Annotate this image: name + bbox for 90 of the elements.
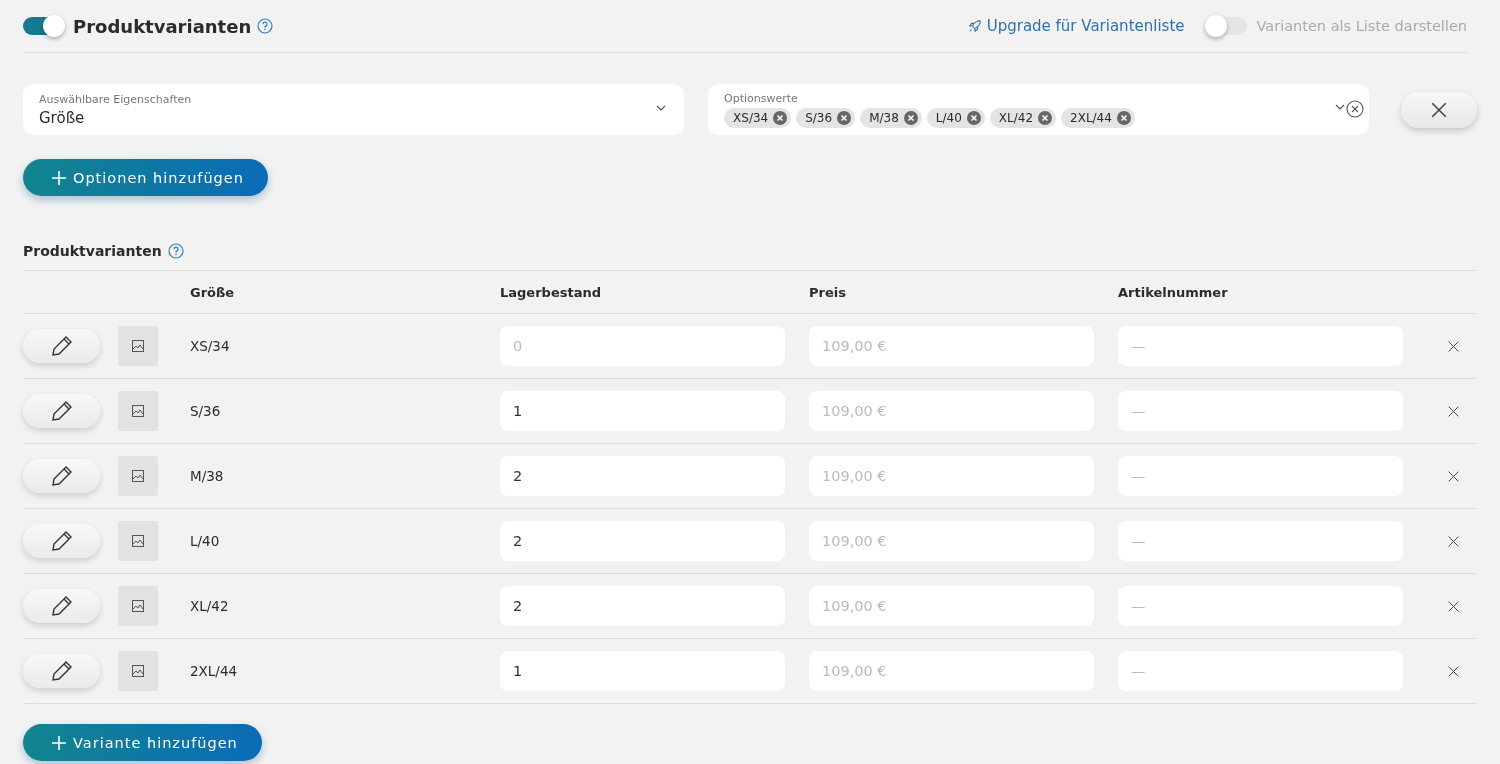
option-tag[interactable]: 2XL/44	[1061, 107, 1135, 128]
close-icon	[1447, 599, 1460, 613]
size-cell: S/36	[190, 403, 221, 419]
image-placeholder[interactable]	[118, 456, 158, 496]
edit-button[interactable]	[23, 654, 100, 688]
input-field[interactable]: 109,00 €	[809, 651, 1094, 691]
edit-button[interactable]	[23, 394, 100, 428]
remove-icon[interactable]	[773, 110, 788, 125]
image-icon	[132, 665, 144, 677]
toggle-switch[interactable]	[1206, 17, 1247, 35]
size-cell: XS/34	[190, 338, 230, 354]
remove-icon[interactable]	[1038, 110, 1053, 125]
input-field[interactable]: 2	[500, 456, 785, 496]
plus-icon	[51, 169, 67, 186]
size-cell: L/40	[190, 533, 220, 549]
close-icon	[1447, 664, 1460, 678]
close-icon	[1447, 534, 1460, 548]
column-header: Artikelnummer	[1118, 284, 1228, 300]
input-field[interactable]: —	[1118, 326, 1403, 366]
close-icon	[1447, 469, 1460, 483]
pencil-icon	[50, 465, 73, 487]
image-icon	[132, 470, 144, 482]
pencil-icon	[50, 595, 73, 617]
edit-button[interactable]	[23, 589, 100, 623]
input-field[interactable]: 2	[500, 586, 785, 626]
remove-icon[interactable]	[837, 110, 852, 125]
image-icon	[132, 340, 144, 352]
input-field[interactable]: 109,00 €	[809, 326, 1094, 366]
input-field[interactable]: —	[1118, 651, 1403, 691]
input-field[interactable]: 109,00 €	[809, 391, 1094, 431]
section-title: Produktvarianten	[73, 15, 252, 37]
toggle-switch[interactable]	[23, 17, 63, 35]
edit-button[interactable]	[23, 524, 100, 558]
option-values-select[interactable]: Optionswerte XS/34 S/36 M/38 L/40 XL/42 2XL/44	[708, 84, 1370, 135]
column-header: Lagerbestand	[500, 284, 601, 300]
close-icon	[1447, 404, 1460, 418]
option-tag[interactable]: XL/42	[989, 107, 1057, 128]
image-icon	[132, 405, 144, 417]
close-icon	[1430, 100, 1449, 119]
image-icon	[132, 600, 144, 612]
remove-icon[interactable]	[966, 110, 981, 125]
option-tag[interactable]: L/40	[926, 107, 985, 128]
input-field[interactable]: 0	[500, 326, 785, 366]
pencil-icon	[50, 530, 73, 552]
edit-button[interactable]	[23, 459, 100, 493]
upgrade-link[interactable]: Upgrade für Variantenliste	[967, 17, 1185, 35]
image-icon	[132, 535, 144, 547]
help-icon[interactable]	[167, 243, 184, 259]
input-field[interactable]: 1	[500, 651, 785, 691]
input-field[interactable]: —	[1118, 456, 1403, 496]
column-header: Preis	[809, 284, 846, 300]
size-cell: 2XL/44	[190, 663, 238, 679]
input-field[interactable]: 109,00 €	[809, 521, 1094, 561]
image-placeholder[interactable]	[118, 521, 158, 561]
image-placeholder[interactable]	[118, 391, 158, 431]
chevron-down-icon	[656, 104, 667, 112]
input-field[interactable]: —	[1118, 391, 1403, 431]
option-tag[interactable]: S/36	[796, 107, 856, 128]
image-placeholder[interactable]	[118, 586, 158, 626]
help-icon[interactable]	[257, 18, 274, 34]
rocket-icon	[967, 19, 982, 33]
input-field[interactable]: 1	[500, 391, 785, 431]
option-tag[interactable]: XS/34	[724, 107, 792, 128]
size-cell: XL/42	[190, 598, 229, 614]
remove-icon[interactable]	[903, 110, 918, 125]
input-field[interactable]: 2	[500, 521, 785, 561]
add-options-button[interactable]: Optionen hinzufügen	[23, 159, 268, 196]
edit-button[interactable]	[23, 329, 100, 363]
remove-icon[interactable]	[1116, 110, 1131, 125]
plus-icon	[51, 734, 67, 751]
section-title: Produktvarianten	[23, 243, 162, 259]
column-header: Größe	[190, 284, 235, 300]
size-cell: M/38	[190, 468, 224, 484]
chevron-down-icon	[1335, 103, 1346, 111]
pencil-icon	[50, 335, 73, 357]
remove-button[interactable]	[1401, 91, 1477, 128]
toggle-label: Varianten als Liste darstellen	[1256, 18, 1467, 34]
add-variant-button[interactable]: Variante hinzufügen	[23, 724, 262, 761]
image-placeholder[interactable]	[118, 326, 158, 366]
input-field[interactable]: 109,00 €	[809, 586, 1094, 626]
option-tag[interactable]: M/38	[860, 107, 922, 128]
pencil-icon	[50, 400, 73, 422]
pencil-icon	[50, 660, 73, 682]
input-field[interactable]: 109,00 €	[809, 456, 1094, 496]
clear-icon[interactable]	[1346, 100, 1365, 118]
image-placeholder[interactable]	[118, 651, 158, 691]
input-field[interactable]: —	[1118, 586, 1403, 626]
property-select[interactable]: Auswählbare Eigenschaften Größe	[23, 84, 685, 135]
close-icon	[1447, 339, 1460, 353]
input-field[interactable]: —	[1118, 521, 1403, 561]
